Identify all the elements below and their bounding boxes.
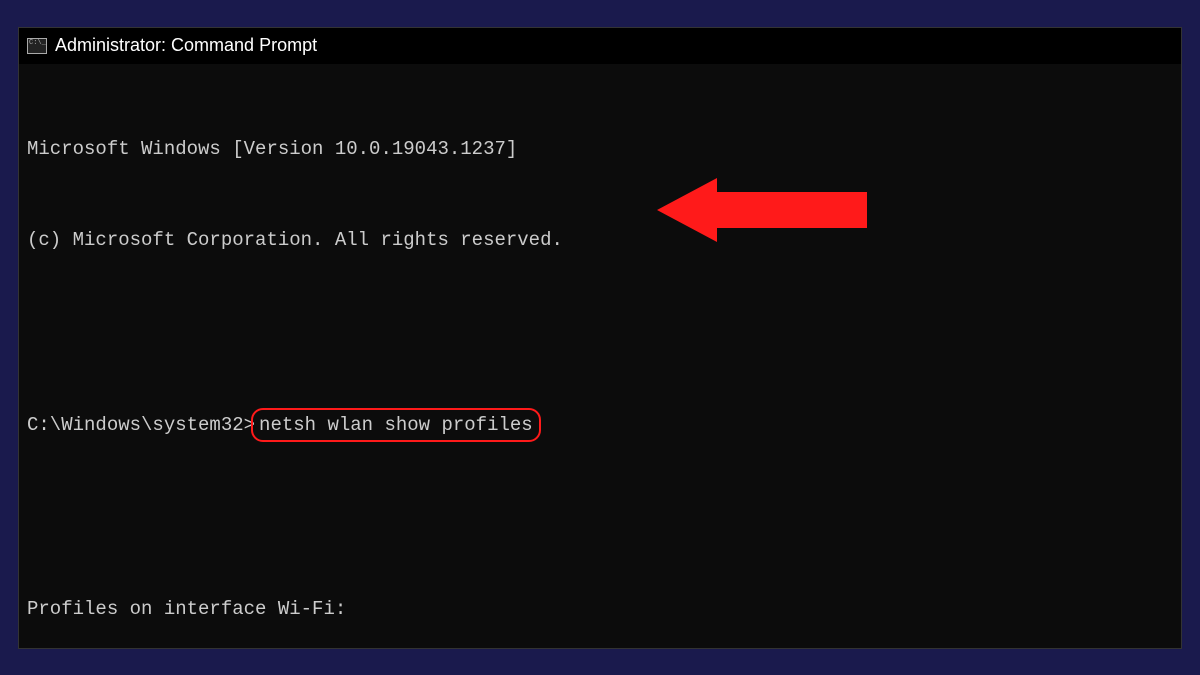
cmd-icon [27, 38, 47, 54]
annotation-arrow-icon [589, 148, 799, 212]
command-text: netsh wlan show profiles [259, 414, 533, 436]
window-titlebar[interactable]: Administrator: Command Prompt [19, 28, 1181, 64]
prompt-path: C:\Windows\system32> [27, 414, 255, 436]
command-line-1: C:\Windows\system32>netsh wlan show prof… [27, 408, 1173, 442]
blank-line [27, 503, 1173, 533]
terminal-output[interactable]: Microsoft Windows [Version 10.0.19043.12… [19, 64, 1181, 649]
profiles-header: Profiles on interface Wi-Fi: [27, 594, 1173, 624]
blank-line [27, 317, 1173, 347]
window-title: Administrator: Command Prompt [55, 35, 317, 56]
command-prompt-window: Administrator: Command Prompt Microsoft … [18, 27, 1182, 649]
command-highlight: netsh wlan show profiles [251, 408, 541, 442]
